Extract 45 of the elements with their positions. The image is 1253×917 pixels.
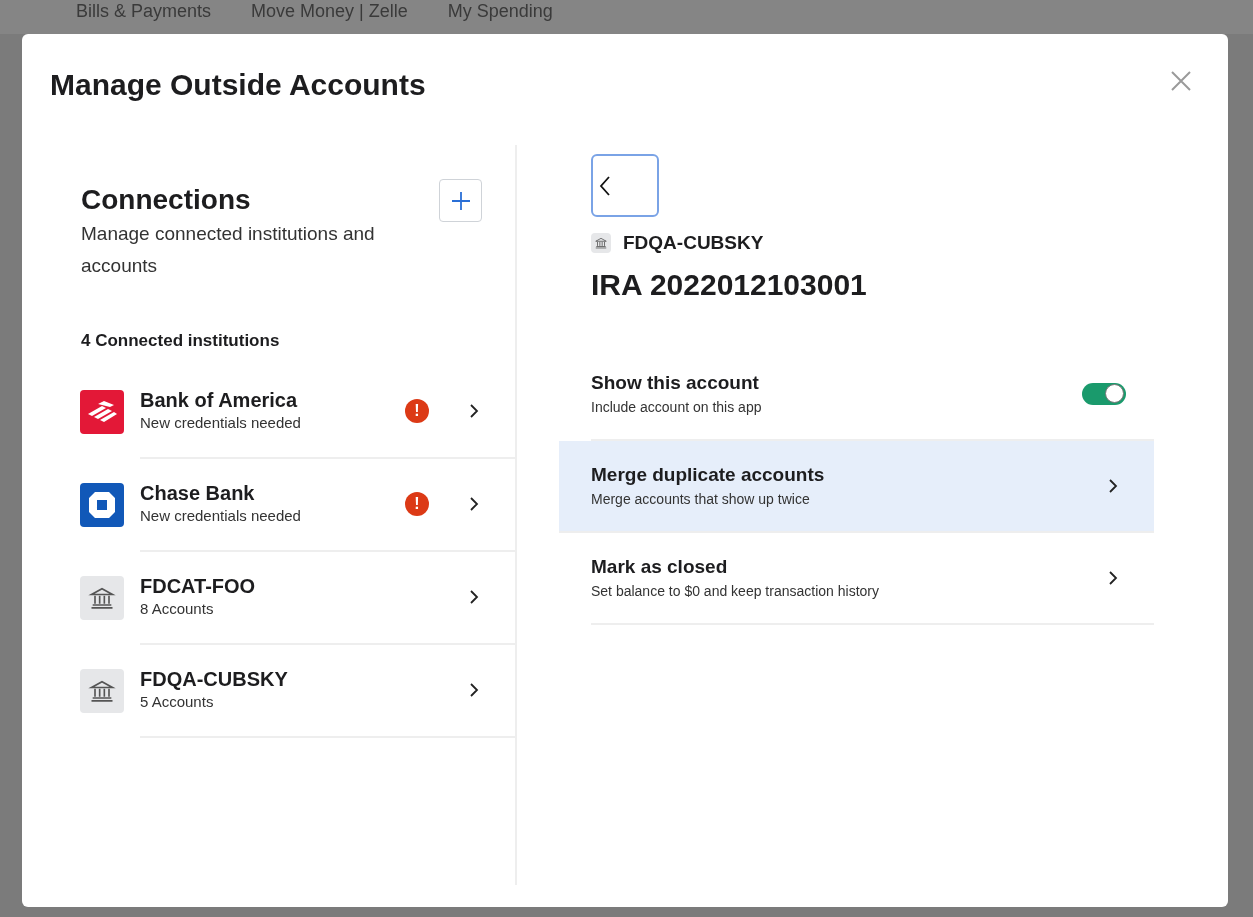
institution-name: FDQA-CUBSKY — [623, 231, 764, 255]
chevron-right-icon — [1108, 477, 1118, 494]
alert-icon: ! — [405, 492, 429, 516]
account-title: IRA 2022012103001 — [591, 266, 868, 303]
section-title: Connections — [81, 183, 251, 217]
plus-icon — [450, 190, 471, 211]
close-icon[interactable] — [1170, 70, 1192, 92]
institution-status: 5 Accounts — [140, 691, 215, 712]
dialog-title: Manage Outside Accounts — [50, 67, 426, 103]
option-row[interactable]: Mark as closed Set balance to $0 and keep transaction history — [591, 532, 1154, 625]
setting-description: Include account on this app — [591, 398, 763, 418]
option-description: Merge accounts that show up twice — [591, 490, 811, 510]
institution-status: 8 Accounts — [140, 598, 215, 619]
back-button[interactable] — [591, 154, 659, 217]
add-button[interactable] — [439, 179, 482, 222]
institution-name: FDCAT-FOO — [140, 573, 257, 598]
institution-row[interactable]: Bank of America New credentials needed ! — [22, 365, 515, 459]
octagon-logo-icon — [80, 483, 124, 527]
chevron-right-icon — [469, 496, 479, 512]
institution-count: 4 Connected institutions — [80, 330, 281, 352]
bank-icon — [80, 669, 124, 713]
institution-status: New credentials needed — [140, 412, 302, 433]
chevron-right-icon — [469, 589, 479, 605]
bank-icon — [591, 233, 611, 254]
alert-icon: ! — [405, 399, 429, 423]
institution-row[interactable]: FDCAT-FOO 8 Accounts — [22, 551, 515, 645]
institution-name: FDQA-CUBSKY — [140, 666, 289, 691]
institution-row[interactable]: Chase Bank New credentials needed ! — [22, 458, 515, 552]
bank-icon — [80, 576, 124, 620]
chevron-right-icon — [1108, 569, 1118, 586]
institution-status: New credentials needed — [140, 505, 302, 526]
section-description: Manage connected institutions and accounts — [80, 222, 376, 278]
toggle-switch[interactable] — [1082, 382, 1126, 405]
setting-label: Show this account — [591, 370, 760, 395]
chevron-right-icon — [469, 403, 479, 419]
flag-stripes-logo-icon — [80, 390, 124, 434]
chevron-right-icon — [469, 682, 479, 698]
institution-name: Chase Bank — [140, 480, 256, 505]
institution-name: Bank of America — [140, 387, 299, 412]
option-label: Merge duplicate accounts — [591, 462, 826, 487]
institution-row[interactable]: FDQA-CUBSKY 5 Accounts — [22, 644, 515, 738]
option-description: Set balance to $0 and keep transaction history — [591, 582, 880, 602]
option-row[interactable]: Merge duplicate accounts Merge accounts that show up twice — [559, 440, 1154, 533]
option-label: Mark as closed — [591, 554, 729, 579]
chevron-left-icon — [599, 174, 611, 197]
